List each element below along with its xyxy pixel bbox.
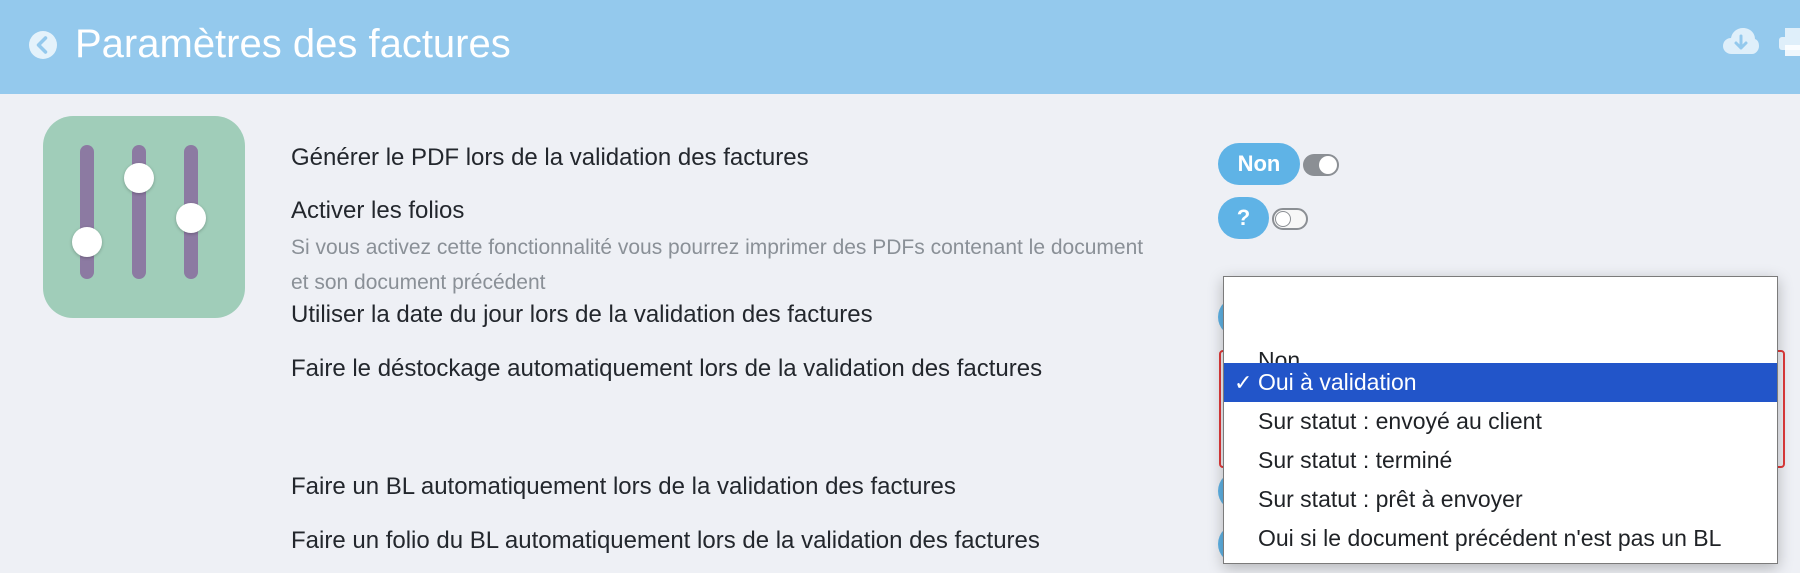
setting-label-generate-pdf: Générer le PDF lors de la validation des…: [291, 144, 809, 171]
help-pill[interactable]: ?: [1218, 197, 1269, 239]
dropdown-option-oui-validation[interactable]: ✓ Oui à validation: [1224, 363, 1777, 402]
print-icon[interactable]: [1778, 26, 1800, 58]
setting-label-current-date: Utiliser la date du jour lors de la vali…: [291, 301, 873, 328]
checkmark-icon: ✓: [1234, 370, 1253, 395]
slider-track: [80, 145, 94, 279]
dropdown-option-not-bl[interactable]: Oui si le document précédent n'est pas u…: [1224, 519, 1777, 558]
dropdown-option-pret-envoyer[interactable]: Sur statut : prêt à envoyer: [1224, 480, 1777, 519]
slider-knob: [124, 163, 154, 193]
toggle-switch[interactable]: [1303, 154, 1339, 176]
dropdown-option-empty[interactable]: [1224, 300, 1777, 339]
setting-label-bl-folio: Faire un folio du BL automatiquement lor…: [291, 527, 1040, 554]
slider-knob: [72, 227, 102, 257]
dropdown-list: Non ✓ Oui à validation Sur statut : envo…: [1223, 276, 1778, 564]
value-pill[interactable]: Non: [1218, 143, 1300, 185]
setting-description-folios: Si vous activez cette fonctionnalité vou…: [291, 236, 1144, 294]
sliders-icon: [43, 116, 245, 318]
dropdown-option-label: Oui à validation: [1258, 369, 1417, 395]
setting-label-auto-bl: Faire un BL automatiquement lors de la v…: [291, 473, 956, 500]
setting-label-destocking: Faire le déstockage automatiquement lors…: [291, 355, 1043, 382]
setting-label-folios: Activer les folios: [291, 197, 465, 224]
toggle-switch[interactable]: [1272, 208, 1308, 230]
header-bar: Paramètres des factures: [0, 0, 1800, 94]
cloud-download-icon[interactable]: [1722, 26, 1760, 56]
dropdown-option-termine[interactable]: Sur statut : terminé: [1224, 441, 1777, 480]
back-icon[interactable]: [28, 30, 58, 60]
dropdown-option-envoye-client[interactable]: Sur statut : envoyé au client: [1224, 402, 1777, 441]
slider-knob: [176, 203, 206, 233]
page-title: Paramètres des factures: [75, 22, 511, 66]
